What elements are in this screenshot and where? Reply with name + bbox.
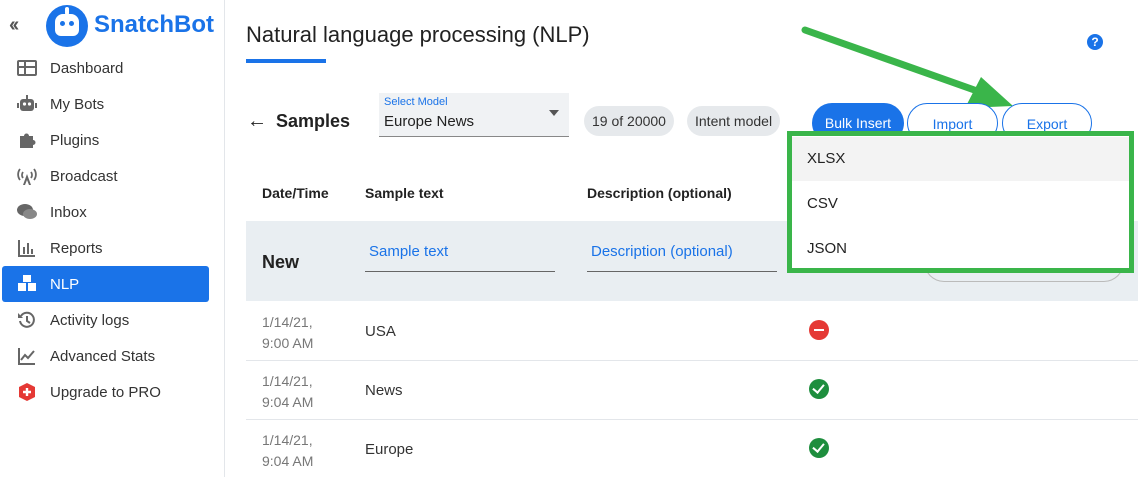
row-datetime: 1/14/21, 9:00 AM bbox=[262, 314, 314, 351]
export-option-xlsx[interactable]: XLSX bbox=[792, 137, 1129, 181]
samples-title: Samples bbox=[276, 111, 351, 131]
row-sample-text: USA bbox=[365, 323, 396, 340]
model-select[interactable]: Select Model Europe News bbox=[379, 93, 569, 137]
sidebar-item-label: Broadcast bbox=[50, 167, 118, 185]
model-select-value: Europe News bbox=[384, 113, 475, 130]
table-row[interactable]: 1/14/21, 9:04 AM Europe bbox=[246, 420, 1138, 477]
brand-name[interactable]: SnatchBot bbox=[94, 11, 214, 39]
bot-icon bbox=[16, 94, 38, 114]
sidebar-nav: Dashboard My Bots Plugins Broadcast Inbo… bbox=[0, 50, 225, 410]
sidebar-item-inbox[interactable]: Inbox bbox=[2, 194, 209, 230]
description-input[interactable]: Description (optional) bbox=[587, 240, 777, 272]
sidebar-item-plugins[interactable]: Plugins bbox=[2, 122, 209, 158]
column-header-datetime[interactable]: Date/Time bbox=[262, 185, 329, 201]
sidebar-item-label: Upgrade to PRO bbox=[50, 383, 161, 401]
sidebar-item-label: Advanced Stats bbox=[50, 347, 156, 365]
help-icon[interactable]: ? bbox=[1087, 34, 1103, 50]
export-option-csv[interactable]: CSV bbox=[792, 182, 1129, 226]
error-status-icon bbox=[809, 320, 829, 340]
sidebar-item-label: Reports bbox=[50, 239, 103, 257]
history-icon bbox=[16, 310, 38, 330]
row-datetime: 1/14/21, 9:04 AM bbox=[262, 432, 314, 469]
plus-badge-icon bbox=[16, 382, 38, 402]
sidebar-item-label: Inbox bbox=[50, 203, 87, 221]
bar-chart-icon bbox=[16, 238, 38, 258]
broadcast-icon bbox=[16, 166, 38, 186]
cubes-icon bbox=[16, 274, 38, 294]
back-arrow-icon[interactable]: ← bbox=[247, 110, 267, 133]
sidebar-item-nlp[interactable]: NLP bbox=[2, 266, 209, 302]
export-format-menu: XLSX CSV JSON bbox=[787, 131, 1134, 273]
sidebar-item-upgrade-to-pro[interactable]: Upgrade to PRO bbox=[2, 374, 209, 410]
sidebar-item-label: My Bots bbox=[50, 95, 105, 113]
sidebar-item-label: Dashboard bbox=[50, 59, 124, 77]
row-datetime: 1/14/21, 9:04 AM bbox=[262, 373, 314, 410]
sidebar-item-dashboard[interactable]: Dashboard bbox=[2, 50, 209, 86]
sidebar-item-my-bots[interactable]: My Bots bbox=[2, 86, 209, 122]
sidebar-item-reports[interactable]: Reports bbox=[2, 230, 209, 266]
sidebar-item-broadcast[interactable]: Broadcast bbox=[2, 158, 209, 194]
table-row[interactable]: 1/14/21, 9:04 AM News bbox=[246, 361, 1138, 420]
column-header-sample-text[interactable]: Sample text bbox=[365, 185, 444, 201]
chat-icon bbox=[16, 202, 38, 222]
table-row[interactable]: 1/14/21, 9:00 AM USA bbox=[246, 302, 1138, 361]
check-status-icon bbox=[809, 438, 829, 458]
sidebar-item-advanced-stats[interactable]: Advanced Stats bbox=[2, 338, 209, 374]
page-title: Natural language processing (NLP) bbox=[246, 22, 590, 47]
column-header-description[interactable]: Description (optional) bbox=[587, 185, 732, 201]
collapse-sidebar-icon[interactable]: ‹‹ bbox=[9, 14, 19, 37]
line-chart-icon bbox=[16, 346, 38, 366]
model-select-caption: Select Model bbox=[384, 96, 448, 108]
dashboard-icon bbox=[16, 58, 38, 78]
export-option-json[interactable]: JSON bbox=[792, 227, 1129, 271]
row-sample-text: News bbox=[365, 382, 403, 399]
new-row-label: New bbox=[262, 252, 300, 272]
snatchbot-logo-icon bbox=[46, 5, 88, 47]
model-type-badge: Intent model bbox=[687, 106, 781, 136]
chevron-down-icon bbox=[549, 110, 559, 116]
sidebar-item-activity-logs[interactable]: Activity logs bbox=[2, 302, 209, 338]
sample-text-input[interactable]: Sample text bbox=[365, 240, 555, 272]
check-status-icon bbox=[809, 379, 829, 399]
sample-count-badge: 19 of 20000 bbox=[584, 106, 674, 136]
sidebar: ‹‹ SnatchBot Dashboard My Bots Plugins B… bbox=[0, 0, 225, 477]
row-sample-text: Europe bbox=[365, 441, 414, 458]
sidebar-item-label: Activity logs bbox=[50, 311, 130, 329]
puzzle-icon bbox=[16, 130, 38, 150]
sidebar-item-label: NLP bbox=[50, 275, 80, 293]
sidebar-item-label: Plugins bbox=[50, 131, 100, 149]
title-underline bbox=[246, 59, 326, 63]
